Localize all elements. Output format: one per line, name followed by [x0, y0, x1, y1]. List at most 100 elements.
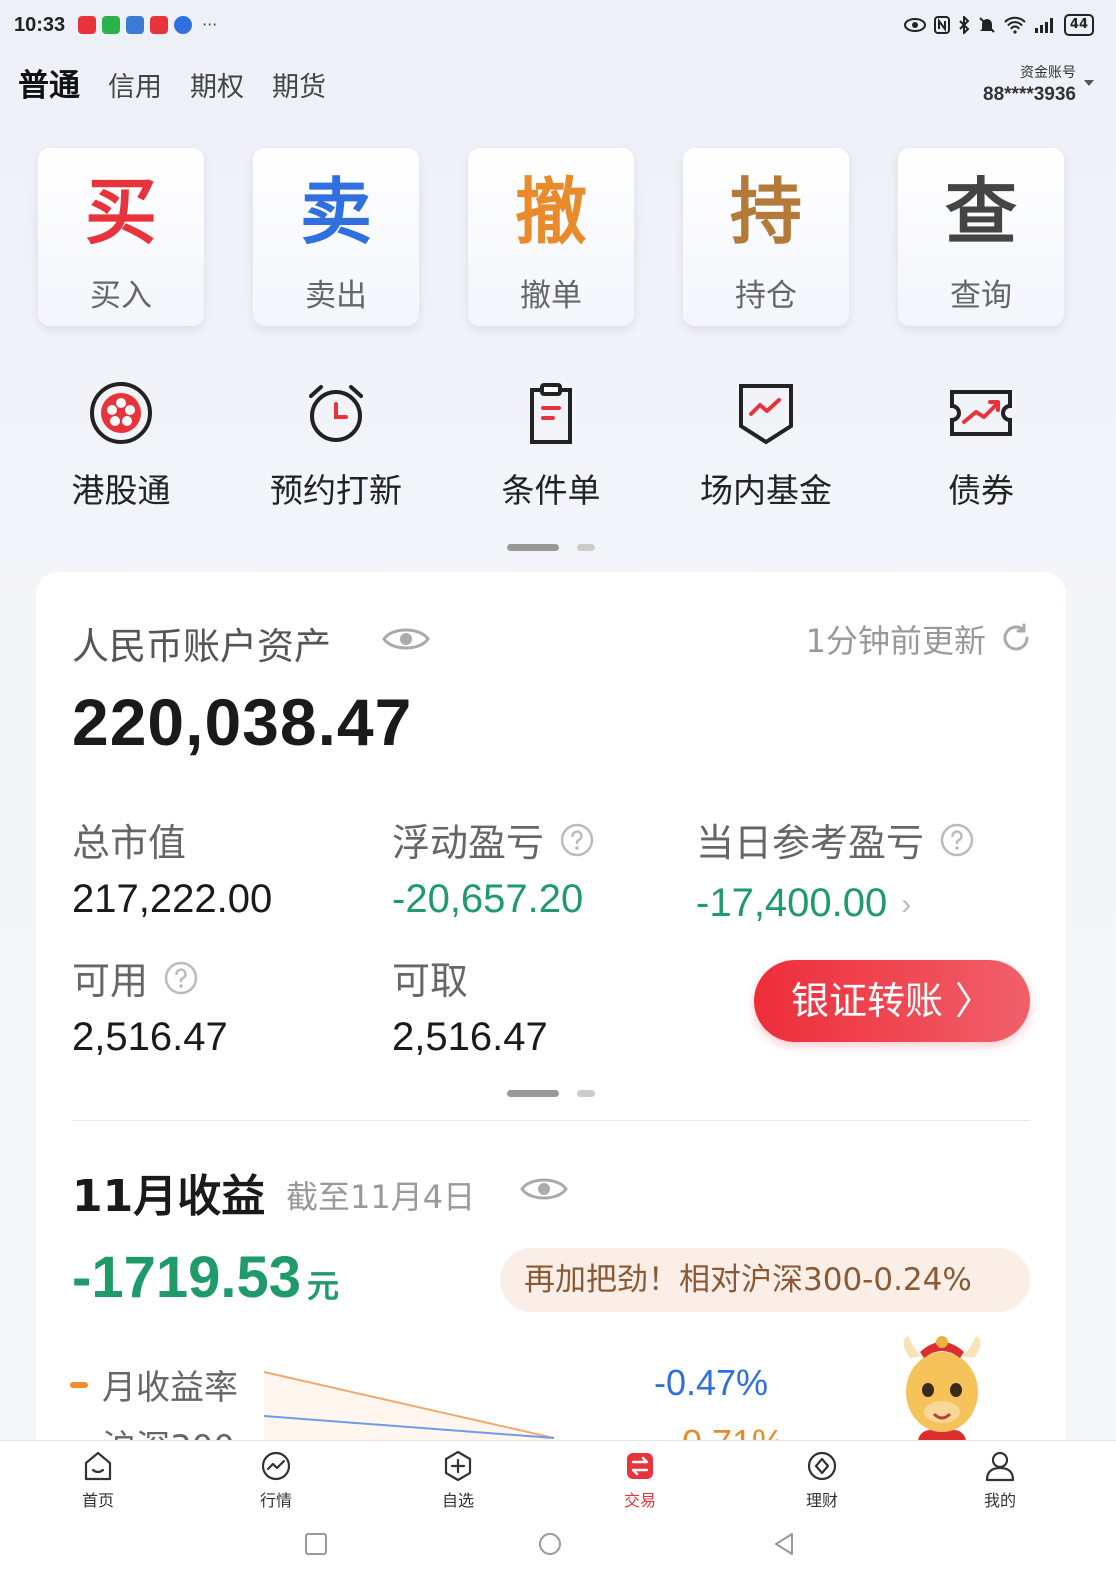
exchange-fund-button[interactable]: 场内基金 [683, 380, 849, 512]
market-value-label: 总市值 [72, 821, 187, 865]
help-circle-icon[interactable] [560, 823, 594, 857]
conditional-order-label: 条件单 [501, 471, 601, 510]
recents-icon[interactable] [302, 1530, 330, 1558]
bottom-nav: 首页 行情 自选 交易 理财 我的 [0, 1440, 1116, 1516]
sell-char-icon: 卖 [299, 169, 372, 254]
income-as-of: 截至11月4日 [286, 1178, 476, 1216]
conditional-order-button[interactable]: 条件单 [468, 380, 634, 512]
blue-circle-app-icon [174, 16, 192, 34]
wifi-icon [1004, 16, 1026, 34]
status-time: 10:33 [14, 14, 66, 36]
nav-trade[interactable]: 交易 [600, 1449, 680, 1511]
bonds-button[interactable]: 债券 [898, 380, 1064, 512]
positions-label: 持仓 [735, 278, 797, 314]
positions-char-icon: 持 [729, 169, 802, 254]
buy-char-icon: 买 [84, 169, 157, 254]
sell-label: 卖出 [305, 278, 367, 314]
cancel-order-button[interactable]: 撤 撤单 [468, 148, 634, 326]
positions-button[interactable]: 持 持仓 [683, 148, 849, 326]
hk-flower-icon [90, 382, 152, 444]
nav-wealth[interactable]: 理财 [782, 1449, 862, 1511]
cancel-char-icon: 撤 [514, 169, 587, 254]
pager-dot [577, 1090, 595, 1097]
bluetooth-icon [959, 16, 970, 34]
query-char-icon: 查 [944, 169, 1017, 254]
tab-normal[interactable]: 普通 [18, 60, 80, 105]
blue-app-icon [126, 16, 144, 34]
home-circle-icon[interactable] [536, 1530, 564, 1558]
market-value-amount: 217,222.00 [72, 877, 273, 921]
divider [72, 1120, 1030, 1121]
sell-button[interactable]: 卖 卖出 [253, 148, 419, 326]
wechat-icon [102, 16, 120, 34]
exchange-fund-label: 场内基金 [700, 471, 832, 510]
asset-card-title: 人民币账户资产 [72, 625, 331, 668]
legend-monthly-return: 月收益率 [70, 1360, 238, 1409]
nav-home[interactable]: 首页 [58, 1449, 138, 1511]
notification-icons: ··· [78, 16, 217, 34]
total-assets-value: 220,038.47 [72, 685, 413, 759]
wealth-icon [807, 1451, 837, 1481]
ipo-subscribe-label: 预约打新 [270, 471, 402, 510]
legend-label: 月收益率 [102, 1368, 238, 1408]
nav-trade-label: 交易 [623, 1491, 656, 1510]
withdrawable-funds: 可取 2,516.47 [392, 950, 548, 1060]
bank-securities-transfer-button[interactable]: 银证转账 〉 [754, 960, 1030, 1042]
help-circle-icon[interactable] [164, 961, 198, 995]
floating-pl: 浮动盈亏 -20,657.20 [392, 812, 594, 922]
refresh-icon[interactable] [1000, 622, 1032, 654]
monthly-return-value: -0.47% [654, 1362, 769, 1403]
clipboard-icon [530, 383, 572, 444]
back-icon[interactable] [770, 1530, 798, 1558]
shield-chart-icon [739, 384, 793, 445]
available-amount: 2,516.47 [72, 1015, 228, 1059]
tab-options[interactable]: 期权 [190, 65, 244, 104]
battery-indicator: 44 [1063, 14, 1094, 36]
signal-icon [1034, 18, 1053, 33]
query-button[interactable]: 查 查询 [898, 148, 1064, 326]
bonds-label: 债券 [948, 471, 1014, 510]
buy-label: 买入 [90, 278, 152, 314]
daily-pl[interactable]: 当日参考盈亏 -17,400.00 › [696, 812, 974, 926]
hk-connect-button[interactable]: 港股通 [38, 380, 204, 512]
nav-profile-label: 我的 [983, 1491, 1016, 1510]
tab-futures[interactable]: 期货 [272, 65, 326, 104]
buy-button[interactable]: 买 买入 [38, 148, 204, 326]
ticket-chart-icon [950, 390, 1012, 436]
nav-market[interactable]: 行情 [236, 1449, 316, 1511]
income-unit: 元 [306, 1268, 339, 1304]
red-app-icon [78, 16, 96, 34]
status-bar: 10:33 ··· 44 [0, 0, 1116, 54]
eye-icon[interactable] [520, 1174, 568, 1204]
performance-bubble: 再加把劲！相对沪深300-0.24% [500, 1248, 1030, 1312]
eye-icon[interactable] [382, 624, 430, 654]
pager-dot-active [507, 544, 559, 551]
monthly-income-value: -1719.53 元 [72, 1244, 339, 1311]
home-icon [84, 1451, 112, 1481]
fund-account-number: 88****3936 [983, 84, 1076, 105]
system-status: 44 [903, 14, 1094, 36]
nav-wealth-label: 理财 [805, 1491, 838, 1510]
profile-icon [985, 1451, 1015, 1482]
monthly-income-title: 11月收益 [72, 1171, 266, 1222]
fund-account-label: 资金账号 [1020, 65, 1076, 81]
mute-icon [979, 17, 995, 33]
notification-more: ··· [202, 15, 218, 34]
chevron-right-icon: › [901, 888, 912, 922]
alarm-clock-icon [309, 385, 363, 442]
ipo-subscribe-button[interactable]: 预约打新 [253, 380, 419, 512]
asset-card: 人民币账户资产 1分钟前更新 220,038.47 总市值 217,222.00… [36, 572, 1066, 1472]
tab-credit[interactable]: 信用 [108, 65, 162, 104]
nav-watchlist[interactable]: 自选 [418, 1449, 498, 1511]
floating-pl-amount: -20,657.20 [392, 877, 584, 921]
query-label: 查询 [950, 278, 1012, 314]
floating-pl-label: 浮动盈亏 [392, 821, 545, 865]
nav-profile[interactable]: 我的 [960, 1449, 1040, 1511]
nav-market-label: 行情 [259, 1491, 292, 1510]
hk-connect-label: 港股通 [71, 471, 171, 510]
help-circle-icon[interactable] [940, 823, 974, 857]
cancel-order-label: 撤单 [520, 278, 582, 314]
market-value: 总市值 217,222.00 [72, 812, 272, 922]
eye-comfort-icon [903, 18, 926, 32]
fund-account-selector[interactable]: 资金账号 88****3936 [983, 62, 1094, 106]
